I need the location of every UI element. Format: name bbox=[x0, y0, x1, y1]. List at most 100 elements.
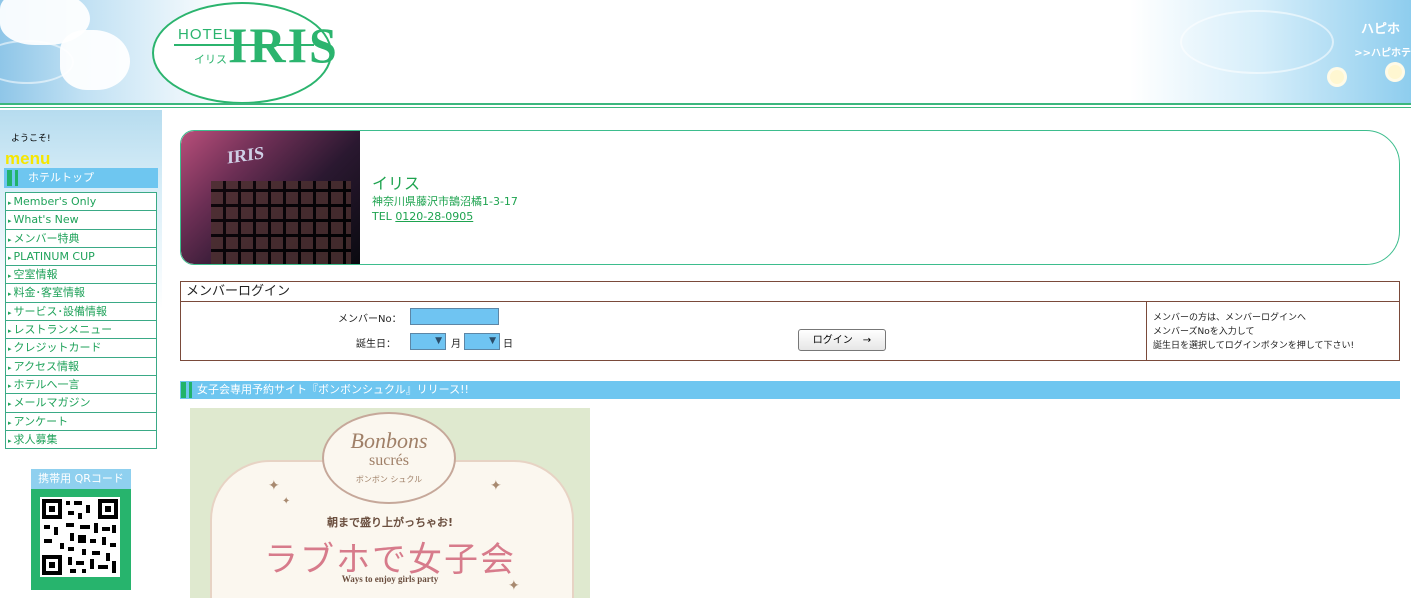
qr-title: 携帯用 QRコード bbox=[31, 469, 131, 489]
qr-panel: 携帯用 QRコード bbox=[31, 469, 131, 590]
sidebar-item-label: 空室情報 bbox=[13, 268, 58, 282]
banner-tagline: 朝まで盛り上がっちゃお! bbox=[326, 516, 454, 529]
bullet-icon: ▸ bbox=[8, 235, 12, 244]
sidebar-item-whats-new[interactable]: ▸ What's New bbox=[5, 211, 157, 230]
sidebar-item-feedback[interactable]: ▸ ホテルへ一言 bbox=[5, 375, 157, 395]
login-help-line: 誕生日を選択してログインボタンを押して下さい! bbox=[1153, 341, 1355, 351]
banner-subline: Ways to enjoy girls party bbox=[341, 574, 439, 584]
month-unit-label: 月 bbox=[451, 339, 461, 350]
bullet-icon: ▸ bbox=[8, 272, 12, 281]
sidebar-item-survey[interactable]: ▸ アンケート bbox=[5, 412, 157, 431]
login-divider bbox=[1146, 302, 1147, 360]
sidebar-item-label: Member's Only bbox=[13, 195, 97, 208]
sidebar-item-restaurant-menu[interactable]: ▸ レストランメニュー bbox=[5, 321, 157, 340]
flower-icon bbox=[1388, 65, 1402, 79]
bullet-icon: ▸ bbox=[8, 308, 12, 317]
partner-logo[interactable]: ハピホ bbox=[1361, 18, 1411, 40]
sidebar-item-member-benefits[interactable]: ▸ メンバー特典 bbox=[5, 229, 157, 248]
partner-link[interactable]: >>ハピホテ bbox=[1354, 44, 1411, 59]
login-header: メンバーログイン bbox=[181, 282, 1399, 302]
sidebar-item-jobs[interactable]: ▸ 求人募集 bbox=[5, 430, 157, 450]
birth-day-select[interactable]: ▼ bbox=[464, 333, 500, 350]
bullet-icon: ▸ bbox=[8, 253, 12, 262]
sidebar-item-label: サービス･設備情報 bbox=[13, 304, 108, 318]
hotel-sign-logo: IRIS bbox=[227, 142, 265, 168]
sidebar-item-services[interactable]: ▸ サービス･設備情報 bbox=[5, 302, 157, 322]
brand-badge: Bonbons sucrés ボンボン シュクル bbox=[322, 412, 456, 504]
header-divider bbox=[0, 103, 1411, 105]
login-title: メンバーログイン bbox=[186, 284, 291, 299]
news-title: 女子会専用予約サイト『ボンボンシュクル』リリース!! bbox=[197, 383, 469, 396]
sidebar-item-label: PLATINUM CUP bbox=[13, 249, 95, 263]
logo-hotel-text: HOTEL bbox=[178, 26, 234, 43]
header-bar-icon bbox=[7, 170, 12, 186]
sparkle-icon: ✦ bbox=[268, 478, 280, 494]
logo-kana-text: イリス bbox=[194, 53, 227, 66]
brand-line1: Bonbons bbox=[350, 428, 428, 453]
login-help-line: メンバーの方は、メンバーログインへ bbox=[1153, 313, 1307, 323]
sidebar-item-vacancy[interactable]: ▸ 空室情報 bbox=[5, 266, 157, 285]
sidebar-item-label: クレジットカード bbox=[13, 341, 102, 355]
member-number-input[interactable] bbox=[410, 308, 499, 325]
brand-line2: sucrés bbox=[369, 452, 409, 469]
login-button[interactable]: ログイン → bbox=[798, 329, 886, 351]
qr-code-icon bbox=[40, 497, 120, 577]
sidebar-item-hotel-top[interactable]: ホテルトップ bbox=[4, 168, 158, 188]
birthday-label: 誕生日： bbox=[356, 339, 396, 350]
sidebar-item-label: What's New bbox=[13, 213, 79, 227]
site-header: HOTEL IRIS イリス ハピホ >>ハピホテ bbox=[0, 0, 1411, 103]
bullet-icon: ▸ bbox=[8, 327, 12, 336]
member-login-panel: メンバーログイン メンバーNo： 誕生日： ▼ 月 ▼ 日 ログイン → メンバ… bbox=[180, 281, 1400, 361]
logo-iris-text: IRIS bbox=[228, 17, 339, 73]
login-help-line: メンバーズNoを入力して bbox=[1153, 327, 1255, 337]
chevron-down-icon: ▼ bbox=[489, 336, 496, 346]
sidebar-item-label: レストランメニュー bbox=[13, 323, 113, 337]
sparkle-icon: ✦ bbox=[490, 478, 502, 494]
sidebar-item-label: 求人募集 bbox=[13, 432, 58, 446]
bullet-icon: ▸ bbox=[8, 363, 12, 372]
bullet-icon: ▸ bbox=[8, 199, 12, 207]
bullet-icon: ▸ bbox=[8, 418, 12, 427]
sidebar-item-mail-magazine[interactable]: ▸ メールマガジン bbox=[5, 394, 157, 413]
bonbons-sucres-banner[interactable]: Bonbons sucrés ボンボン シュクル ✦ ✦ ✦ ✦ 朝まで盛り上が… bbox=[190, 408, 590, 598]
chevron-down-icon: ▼ bbox=[435, 336, 442, 346]
sidebar: ようこそ! menu ホテルトップ ▸ Member's Only ▸ What's… bbox=[0, 110, 162, 598]
sidebar-item-credit-card[interactable]: ▸ クレジットカード bbox=[5, 339, 157, 358]
tel-link[interactable]: 0120-28-0905 bbox=[395, 210, 473, 223]
header-divider bbox=[0, 107, 1411, 108]
hotel-name: イリス bbox=[372, 174, 421, 193]
birth-month-select[interactable]: ▼ bbox=[410, 333, 446, 350]
welcome-text: ようこそ! bbox=[11, 134, 51, 144]
bullet-icon: ▸ bbox=[8, 345, 12, 354]
menu-header-label: ホテルトップ bbox=[28, 171, 94, 184]
sidebar-item-platinum-cup[interactable]: ▸ PLATINUM CUP bbox=[5, 247, 157, 267]
hotel-info-card: IRIS イリス 神奈川県藤沢市鵠沼橘1-3-17 TEL 0120-28-09… bbox=[180, 130, 1400, 265]
sidebar-item-members-only[interactable]: ▸ Member's Only bbox=[5, 193, 157, 212]
header-bar-icon bbox=[189, 382, 192, 398]
sidebar-item-label: ホテルへ一言 bbox=[13, 377, 80, 391]
tel-label: TEL bbox=[372, 210, 392, 223]
flower-icon bbox=[1330, 70, 1344, 84]
brand-kana: ボンボン シュクル bbox=[355, 475, 423, 484]
hotel-tel: TEL 0120-28-0905 bbox=[372, 210, 473, 223]
bullet-icon: ▸ bbox=[8, 381, 12, 390]
member-number-label: メンバーNo： bbox=[338, 314, 402, 325]
hotel-logo[interactable]: HOTEL IRIS イリス bbox=[152, 2, 337, 103]
sidebar-item-rates-rooms[interactable]: ▸ 料金･客室情報 bbox=[5, 284, 157, 303]
header-bar-icon bbox=[181, 382, 186, 398]
sidebar-item-label: アンケート bbox=[13, 414, 69, 428]
header-bar-icon bbox=[15, 170, 18, 186]
news-header: 女子会専用予約サイト『ボンボンシュクル』リリース!! bbox=[180, 381, 1400, 399]
hotel-facade-graphic bbox=[211, 181, 351, 264]
sidebar-item-label: メンバー特典 bbox=[13, 231, 80, 245]
sidebar-item-label: 料金･客室情報 bbox=[13, 286, 86, 300]
bullet-icon: ▸ bbox=[8, 290, 12, 299]
menu-label: menu bbox=[5, 149, 51, 168]
sidebar-item-access[interactable]: ▸ アクセス情報 bbox=[5, 357, 157, 376]
bullet-icon: ▸ bbox=[8, 217, 12, 226]
sidebar-menu: ▸ Member's Only ▸ What's New ▸ メンバー特典 ▸ PLAT… bbox=[5, 192, 157, 450]
bullet-icon: ▸ bbox=[8, 400, 12, 409]
hotel-exterior-photo: IRIS bbox=[181, 131, 360, 264]
hotel-address: 神奈川県藤沢市鵠沼橘1-3-17 bbox=[372, 195, 518, 208]
day-unit-label: 日 bbox=[503, 339, 513, 350]
